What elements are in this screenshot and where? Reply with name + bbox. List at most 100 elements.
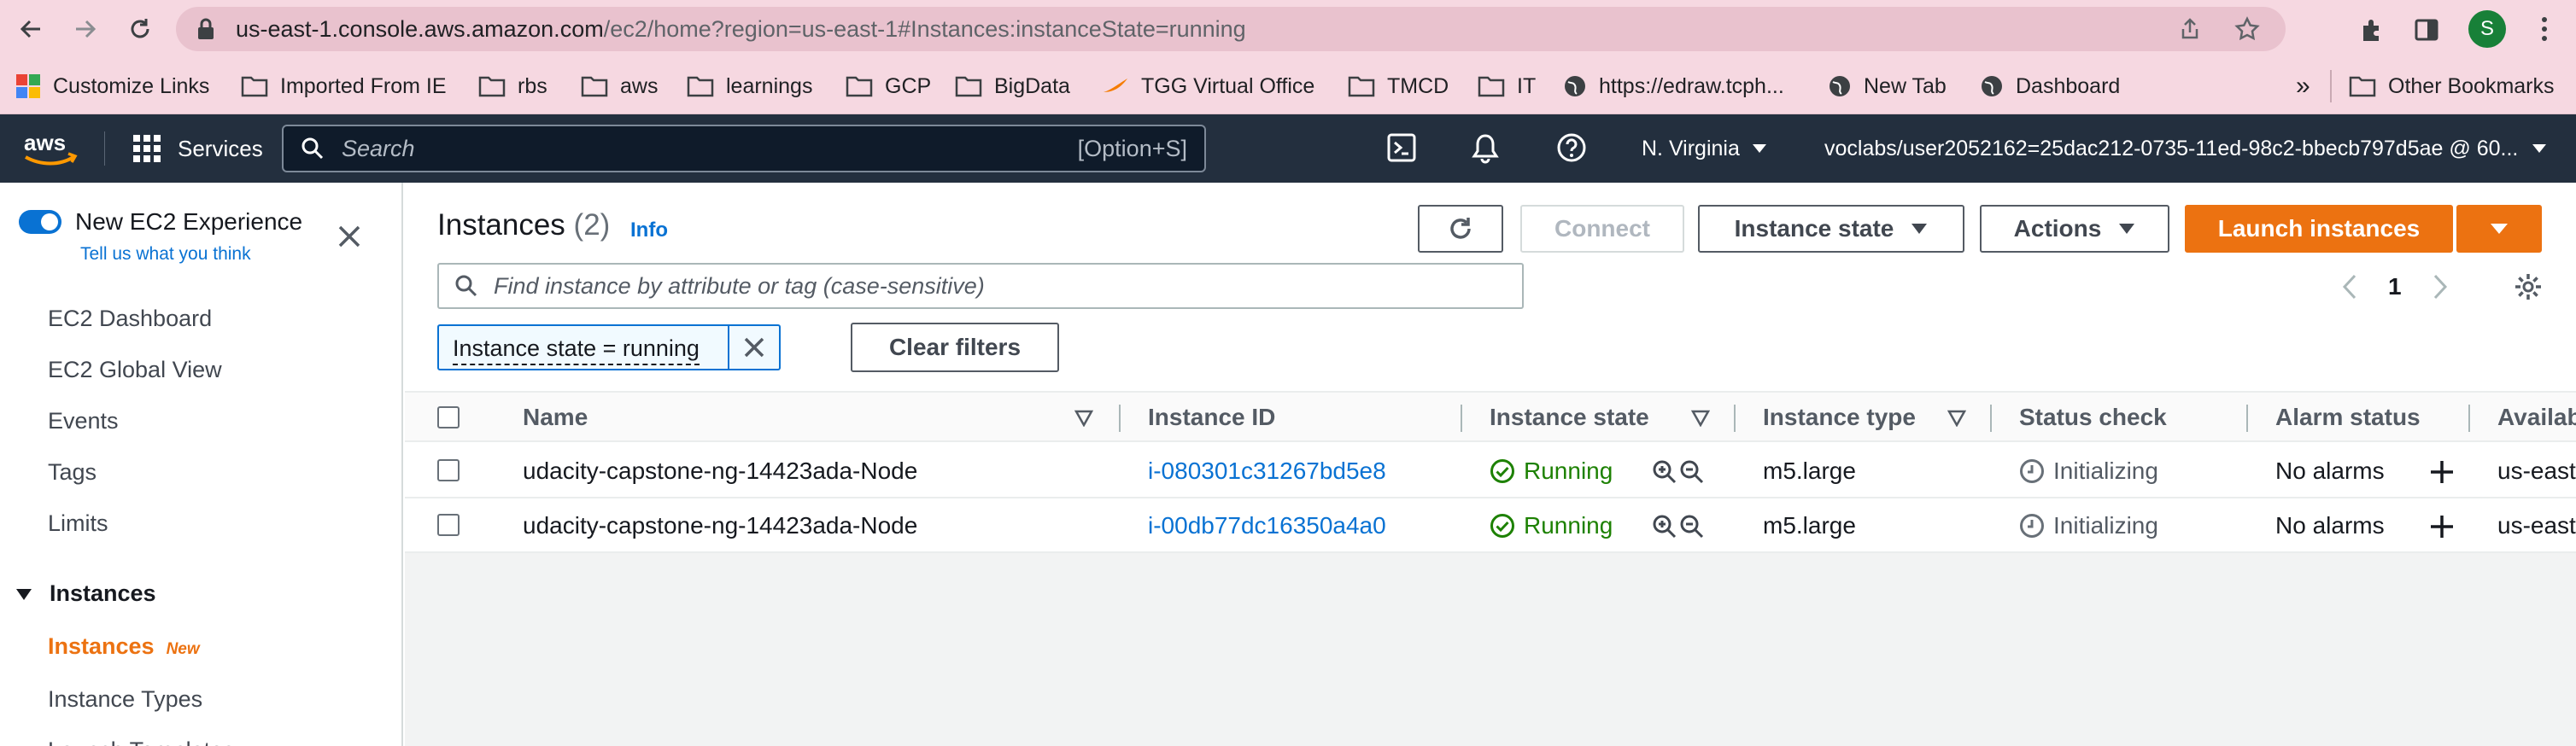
pagination: 1 [2342,270,2544,304]
bookmark-customize-links[interactable]: Customize Links [15,58,209,114]
region-selector[interactable]: N. Virginia [1642,114,1767,183]
sidebar-item-ec2-dashboard[interactable]: EC2 Dashboard [48,306,212,332]
column-divider[interactable] [1734,405,1736,432]
zoom-in-icon[interactable] [1652,514,1677,539]
row-checkbox[interactable] [437,514,460,536]
current-page[interactable]: 1 [2388,273,2402,300]
actions-button[interactable]: Actions [1980,205,2169,253]
sidebar-item-instance-types[interactable]: Instance Types [48,686,202,713]
help-icon[interactable] [1556,131,1587,164]
launch-instances-button[interactable]: Launch instances [2185,205,2453,253]
aws-logo-icon[interactable]: aws [22,130,79,167]
profile-avatar[interactable]: S [2468,10,2506,48]
column-header-instance-type[interactable]: Instance type [1763,393,1916,442]
bookmark-label: learnings [726,73,813,98]
sort-icon[interactable] [1947,410,1966,427]
back-button[interactable] [14,12,48,46]
column-header-instance-id[interactable]: Instance ID [1148,393,1275,442]
bookmark-tgg[interactable]: TGG Virtual Office [1102,58,1314,114]
column-divider[interactable] [2468,405,2470,432]
address-bar[interactable]: us-east-1.console.aws.amazon.com/ec2/hom… [176,7,2286,51]
cloudshell-icon[interactable] [1387,131,1416,164]
remove-filter-button[interactable] [728,326,779,369]
check-circle-icon [1490,514,1514,538]
bookmark-folder[interactable]: BigData [955,58,1070,114]
folder-icon [687,76,714,97]
sort-icon[interactable] [1691,410,1710,427]
column-divider[interactable] [1990,405,1992,432]
column-header-name[interactable]: Name [523,393,588,442]
extensions-icon[interactable] [2359,17,2385,43]
side-panel-icon[interactable] [2414,17,2439,43]
account-label: voclabs/user2052162=25dac212-0735-11ed-9… [1824,136,2519,160]
sidebar-item-instances[interactable]: Instances New [48,633,200,660]
zoom-out-icon[interactable] [1679,459,1705,485]
clear-filters-button[interactable]: Clear filters [851,323,1059,372]
instance-id-link[interactable]: i-080301c31267bd5e8 [1148,444,1386,498]
new-experience-toggle[interactable] [19,210,61,234]
sidebar-item-global-view[interactable]: EC2 Global View [48,357,222,383]
plus-icon[interactable] [2429,459,2455,485]
instance-filter-input[interactable]: Find instance by attribute or tag (case-… [437,263,1524,309]
launch-options-button[interactable] [2456,205,2542,253]
bookmark-folder[interactable]: rbs [478,58,547,114]
caret-down-icon [1752,144,1766,153]
connect-button[interactable]: Connect [1520,205,1684,253]
instance-id-link[interactable]: i-00db77dc16350a4a0 [1148,498,1386,553]
sidebar-section-instances[interactable]: Instances [15,580,156,607]
bookmark-label: Other Bookmarks [2388,73,2555,98]
chevron-right-icon[interactable] [2433,274,2448,300]
feedback-link[interactable]: Tell us what you think [80,244,251,265]
kebab-menu-icon[interactable] [2540,15,2549,43]
column-divider[interactable] [1461,405,1462,432]
other-bookmarks[interactable]: Other Bookmarks [2349,58,2555,114]
column-divider[interactable] [2246,405,2248,432]
column-header-status-check[interactable]: Status check [2019,393,2167,442]
plus-icon[interactable] [2429,514,2455,539]
info-link[interactable]: Info [630,219,668,242]
bookmark-new-tab[interactable]: New Tab [1828,58,1947,114]
refresh-button[interactable] [1418,205,1503,253]
close-icon[interactable] [337,224,362,249]
table-row[interactable]: udacity-capstone-ng-14423ada-Node i-0803… [405,444,2576,498]
bookmark-folder[interactable]: aws [581,58,658,114]
row-checkbox[interactable] [437,459,460,481]
services-menu[interactable]: Services [133,114,263,183]
bell-icon[interactable] [1471,131,1500,164]
column-header-alarm-status[interactable]: Alarm status [2275,393,2421,442]
bookmark-dashboard[interactable]: Dashboard [1980,58,2120,114]
sidebar-item-tags[interactable]: Tags [48,459,97,486]
column-header-availability-zone[interactable]: Availab [2497,393,2576,442]
forward-button[interactable] [68,12,102,46]
bookmark-folder[interactable]: IT [1478,58,1536,114]
column-divider[interactable] [1119,405,1121,432]
sidebar-item-launch-templates[interactable]: Launch Templates [48,737,235,746]
select-all-checkbox[interactable] [437,406,460,428]
zoom-in-icon[interactable] [1652,459,1677,485]
chevron-left-icon[interactable] [2342,274,2357,300]
bookmark-folder[interactable]: learnings [687,58,812,114]
table-row[interactable]: udacity-capstone-ng-14423ada-Node i-00db… [405,498,2576,553]
sidebar: New EC2 Experience Tell us what you thin… [0,183,403,746]
bookmark-folder[interactable]: TMCD [1348,58,1449,114]
sidebar-item-limits[interactable]: Limits [48,510,108,537]
gear-icon[interactable] [2513,271,2544,302]
filter-token[interactable]: Instance state = running [437,324,781,370]
more-bookmarks-button[interactable]: » [2296,58,2310,114]
refresh-icon [1450,218,1471,239]
aws-top-navigation: aws Services Search [Option+S] N. Virgin… [0,114,2576,183]
sort-icon[interactable] [1074,410,1093,427]
sidebar-item-events[interactable]: Events [48,408,119,434]
share-icon [2181,18,2198,39]
reload-button[interactable] [123,12,157,46]
bookmark-edraw[interactable]: https://edraw.tcph... [1563,58,1784,114]
bookmark-folder[interactable]: GCP [846,58,931,114]
column-header-instance-state[interactable]: Instance state [1490,393,1649,442]
clock-icon [2020,459,2044,483]
account-menu[interactable]: voclabs/user2052162=25dac212-0735-11ed-9… [1824,114,2547,183]
folder-icon [478,76,506,97]
instance-state-button[interactable]: Instance state [1698,205,1964,253]
zoom-out-icon[interactable] [1679,514,1705,539]
bookmark-folder[interactable]: Imported From IE [241,58,447,114]
search-input[interactable]: Search [Option+S] [282,125,1206,172]
